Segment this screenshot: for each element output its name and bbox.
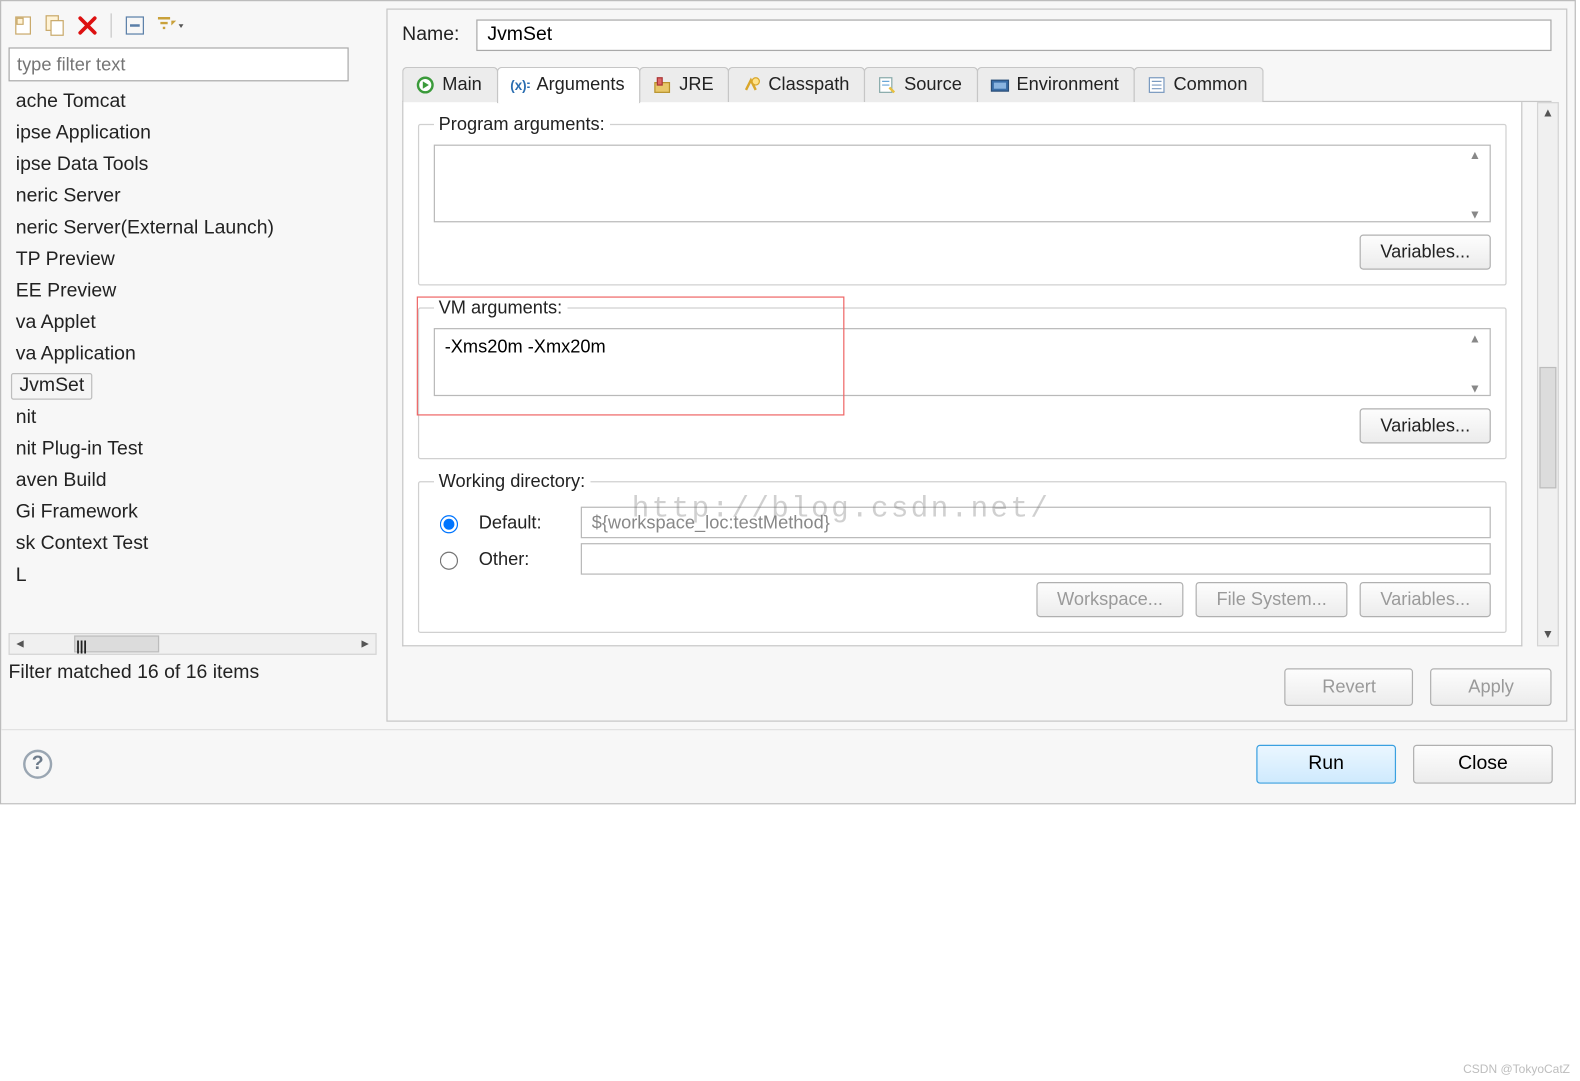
scroll-track[interactable]	[1538, 124, 1557, 625]
tree-item[interactable]: Gi Framework	[11, 499, 377, 526]
config-tree[interactable]: ache Tomcat ipse Application ipse Data T…	[9, 89, 377, 590]
vm-args-label: VM arguments:	[434, 298, 567, 319]
tree-item[interactable]: ipse Data Tools	[11, 152, 377, 179]
vm-variables-button[interactable]: Variables...	[1360, 408, 1491, 443]
vm-args-group: VM arguments: ▲▼ Variables...	[418, 298, 1507, 460]
filter-input[interactable]	[9, 47, 349, 81]
tab-source[interactable]: Source	[864, 67, 978, 102]
tree-item[interactable]: ache Tomcat	[11, 89, 377, 116]
tree-item[interactable]: L	[11, 563, 377, 590]
program-args-textarea[interactable]	[434, 145, 1491, 223]
dialog-button-bar: ? Run Close	[1, 729, 1574, 803]
left-toolbar	[9, 9, 377, 48]
other-label: Other:	[479, 549, 564, 570]
working-dir-group: Working directory: Default: Other:	[418, 471, 1507, 633]
program-args-group: Program arguments: ▲▼ Variables...	[418, 114, 1507, 285]
default-dir-row: Default:	[434, 507, 1491, 539]
tab-label: Classpath	[768, 74, 849, 95]
tree-item[interactable]: aven Build	[11, 468, 377, 495]
scroll-down-icon[interactable]: ▼	[1538, 625, 1557, 646]
svg-text:(x)=: (x)=	[510, 77, 529, 92]
source-tab-icon	[877, 75, 896, 94]
default-radio[interactable]	[440, 515, 458, 533]
main-tab-icon	[416, 75, 435, 94]
scroll-thumb[interactable]	[1539, 367, 1556, 489]
tree-item[interactable]: neric Server(External Launch)	[11, 215, 377, 242]
run-config-dialog: ache Tomcat ipse Application ipse Data T…	[0, 0, 1576, 804]
content-v-scrollbar[interactable]: ▲ ▼	[1537, 102, 1559, 646]
arguments-tab-content: Program arguments: ▲▼ Variables... VM ar…	[402, 102, 1522, 646]
toolbar-separator	[111, 13, 112, 37]
tab-bar: Main (x)= Arguments JRE Classpath Source	[388, 63, 1567, 102]
arguments-tab-icon: (x)=	[510, 75, 529, 94]
program-variables-button[interactable]: Variables...	[1360, 234, 1491, 269]
tab-label: Main	[442, 74, 482, 95]
workspace-button[interactable]: Workspace...	[1036, 582, 1183, 617]
close-button[interactable]: Close	[1413, 745, 1553, 784]
other-radio[interactable]	[440, 552, 458, 570]
tab-label: Environment	[1017, 74, 1119, 95]
tree-item[interactable]: sk Context Test	[11, 531, 377, 558]
tree-item[interactable]: ipse Application	[11, 120, 377, 147]
working-dir-label: Working directory:	[434, 471, 590, 492]
jre-tab-icon	[653, 75, 672, 94]
collapse-all-icon[interactable]	[124, 15, 146, 37]
run-button[interactable]: Run	[1256, 745, 1396, 784]
filesystem-button[interactable]: File System...	[1196, 582, 1348, 617]
new-config-icon[interactable]	[13, 15, 35, 37]
common-tab-icon	[1147, 75, 1166, 94]
revert-apply-row: Revert Apply	[388, 659, 1567, 721]
tab-label: Source	[904, 74, 962, 95]
tab-label: Common	[1174, 74, 1248, 95]
name-row: Name:	[388, 10, 1567, 63]
scroll-up-icon[interactable]: ▲	[1538, 103, 1557, 124]
tree-item[interactable]: nit	[11, 405, 377, 432]
classpath-tab-icon	[742, 75, 761, 94]
duplicate-config-icon[interactable]	[45, 15, 67, 37]
delete-config-icon[interactable]	[77, 15, 99, 37]
scroll-right-icon[interactable]: ►	[355, 634, 376, 653]
default-label: Default:	[479, 512, 564, 533]
revert-button[interactable]: Revert	[1285, 668, 1414, 706]
tree-item[interactable]: EE Preview	[11, 278, 377, 305]
tab-main[interactable]: Main	[402, 67, 497, 102]
credit-text: CSDN @TokyoCatZ	[1463, 1062, 1570, 1076]
tab-arguments[interactable]: (x)= Arguments	[496, 67, 640, 103]
scroll-left-icon[interactable]: ◄	[10, 634, 31, 653]
apply-button[interactable]: Apply	[1431, 668, 1552, 706]
tree-item[interactable]: va Applet	[11, 310, 377, 337]
filter-status: Filter matched 16 of 16 items	[9, 662, 377, 684]
environment-tab-icon	[990, 75, 1009, 94]
filter-dropdown-icon[interactable]	[156, 15, 185, 37]
tree-item[interactable]: TP Preview	[11, 247, 377, 274]
tab-common[interactable]: Common	[1133, 67, 1263, 102]
tab-label: Arguments	[536, 74, 624, 95]
other-dir-input[interactable]	[581, 543, 1491, 575]
name-input[interactable]	[476, 19, 1551, 51]
scroll-track[interactable]: Ⅲ	[30, 634, 354, 653]
tree-h-scrollbar[interactable]: ◄ Ⅲ ►	[9, 633, 377, 655]
help-icon[interactable]: ?	[23, 750, 52, 779]
tab-environment[interactable]: Environment	[976, 67, 1134, 102]
left-pane: ache Tomcat ipse Application ipse Data T…	[9, 9, 377, 722]
tab-label: JRE	[679, 74, 713, 95]
wd-variables-button[interactable]: Variables...	[1360, 582, 1491, 617]
tab-content-wrap: Program arguments: ▲▼ Variables... VM ar…	[388, 102, 1567, 658]
tree-item-selected[interactable]: JvmSet	[11, 373, 93, 400]
other-dir-row: Other:	[434, 543, 1491, 575]
tab-classpath[interactable]: Classpath	[728, 67, 865, 102]
tree-item[interactable]: neric Server	[11, 183, 377, 210]
vm-args-textarea[interactable]	[434, 328, 1491, 396]
scroll-thumb[interactable]: Ⅲ	[74, 635, 159, 652]
tab-jre[interactable]: JRE	[639, 67, 729, 102]
right-pane: Name: Main (x)= Arguments JRE	[386, 9, 1567, 722]
program-args-label: Program arguments:	[434, 114, 610, 135]
tree-item[interactable]: va Application	[11, 341, 377, 368]
default-dir-input[interactable]	[581, 507, 1491, 539]
tree-item[interactable]: nit Plug-in Test	[11, 436, 377, 463]
name-label: Name:	[402, 24, 459, 46]
main-row: ache Tomcat ipse Application ipse Data T…	[1, 1, 1574, 729]
